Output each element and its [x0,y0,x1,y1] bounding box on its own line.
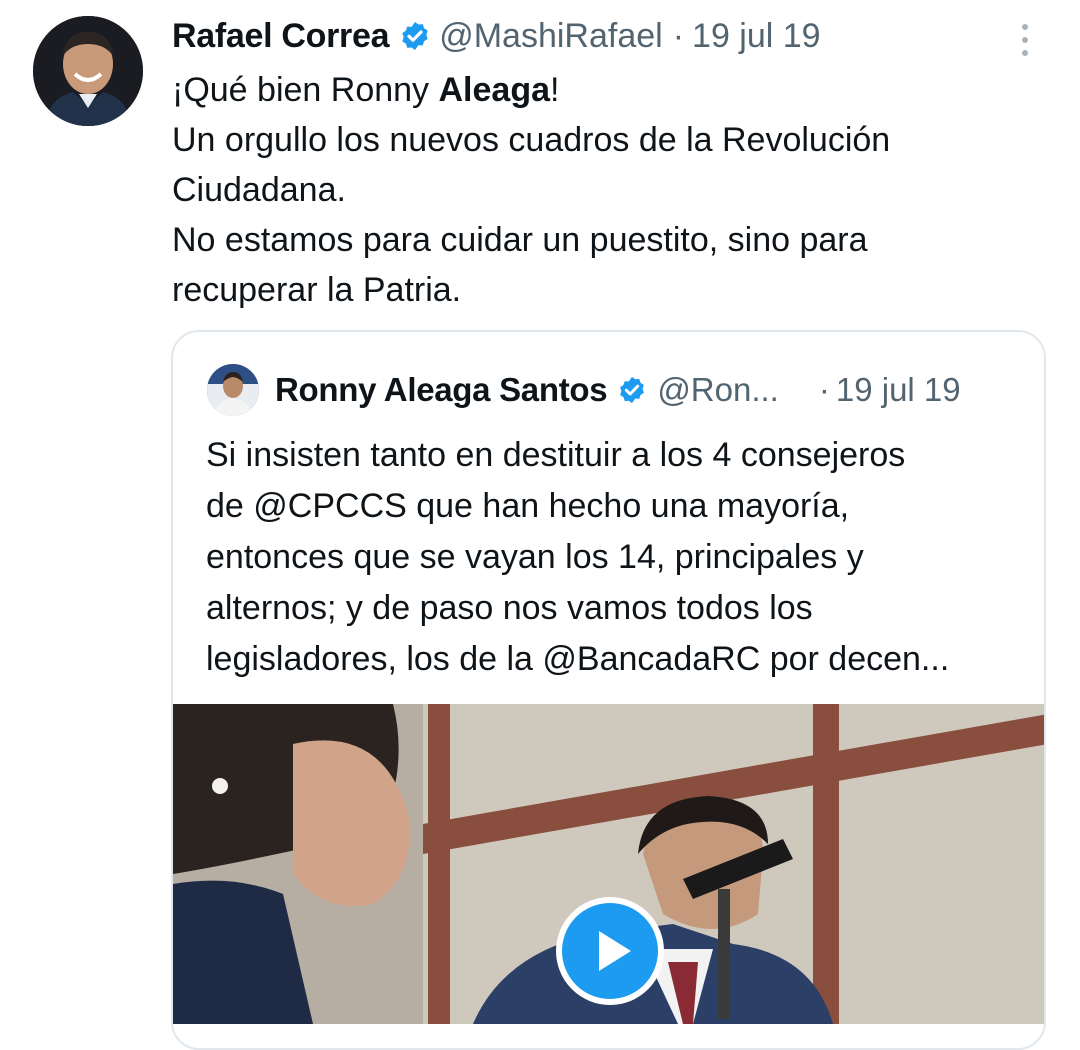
tweet-text-line: Un orgullo los nuevos cuadros de la Revo… [172,121,891,159]
quoted-text-line: Si insisten tanto en destituir a los 4 c… [206,436,906,474]
quoted-text-line: alternos; y de paso nos vamos todos los [206,589,813,627]
quoted-tweet-header: Ronny Aleaga Santos @Ron... · 19 jul 19 [207,362,1027,418]
tweet-text-bold: Aleaga [438,71,551,109]
author-name[interactable]: Rafael Correa [172,17,390,56]
tweet-text-line: Ciudadana. [172,171,346,209]
tweet-header: Rafael Correa @MashiRafael · 19 jul 19 [172,12,821,60]
author-handle[interactable]: @MashiRafael [439,17,663,56]
tweet-text-line: No estamos para cuidar un puestito, sino… [172,221,868,259]
tweet-text-segment: ! [550,71,560,109]
tweet-text-segment: ¡Qué bien Ronny [172,71,439,109]
play-button[interactable] [556,897,664,1005]
quoted-text-line: entonces que se vayan los 14, principale… [206,538,864,576]
quoted-tweet-text: Si insisten tanto en destituir a los 4 c… [206,430,1026,685]
quoted-author-handle[interactable]: @Ron... [657,371,779,409]
quoted-text-line: legisladores, los de la @BancadaRC por d… [206,640,950,678]
header-separator: · [672,16,685,55]
quoted-tweet[interactable]: Ronny Aleaga Santos @Ron... · 19 jul 19 … [171,330,1046,1050]
quoted-author-name[interactable]: Ronny Aleaga Santos [275,371,608,409]
tweet-text-line: recuperar la Patria. [172,271,462,309]
verified-badge-icon [402,22,428,50]
tweet-text-line: ¡Qué bien Ronny Aleaga! [172,65,1032,115]
more-vertical-icon[interactable] [1010,18,1040,62]
video-thumbnail[interactable] [173,704,1044,1024]
author-avatar[interactable] [33,16,143,126]
play-icon [598,931,631,971]
tweet-text: ¡Qué bien Ronny Aleaga! Un orgullo los n… [172,65,1032,315]
quoted-text-line: de @CPCCS que han hecho una mayoría, [206,487,850,525]
quoted-header-separator: · [818,371,830,408]
verified-badge-icon [620,376,645,404]
quoted-author-avatar [207,364,259,416]
tweet-date[interactable]: 19 jul 19 [692,17,821,56]
quoted-tweet-date[interactable]: 19 jul 19 [836,371,961,409]
